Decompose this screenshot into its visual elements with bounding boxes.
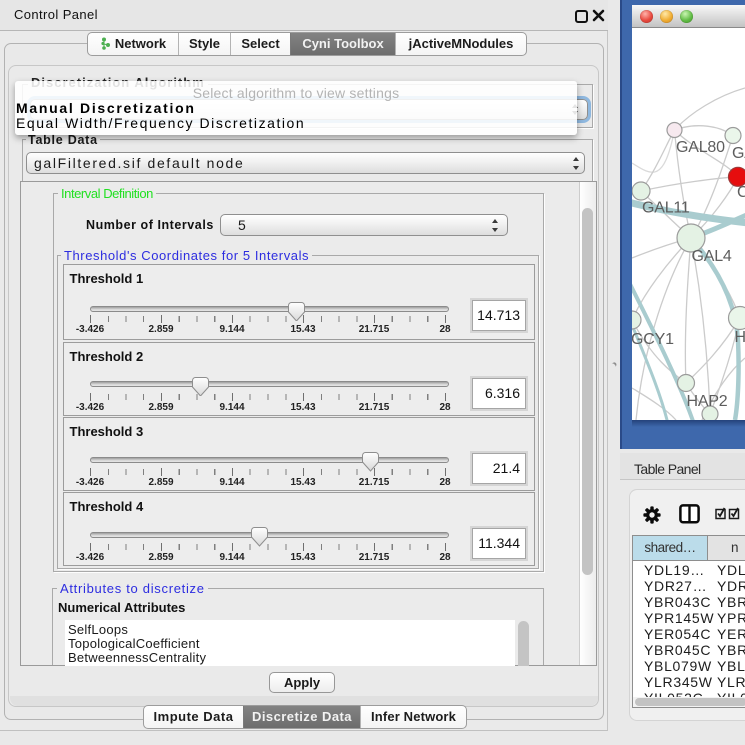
svg-text:C: C [737, 184, 745, 201]
svg-text:GAL80: GAL80 [676, 139, 725, 156]
svg-text:GAL4: GAL4 [692, 248, 732, 265]
svg-text:H: H [735, 329, 745, 346]
svg-text:GAL11: GAL11 [642, 200, 690, 217]
svg-text:GA: GA [732, 145, 745, 162]
svg-text:GCY1: GCY1 [632, 331, 674, 348]
svg-text:HAP2: HAP2 [687, 393, 728, 410]
